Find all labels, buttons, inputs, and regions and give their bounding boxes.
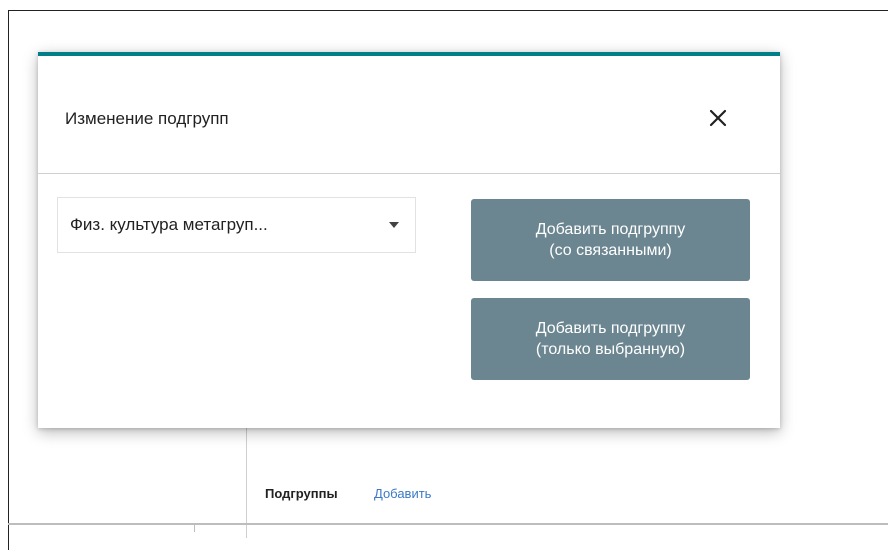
table-bottom-border	[8, 523, 888, 525]
metagroup-select[interactable]: Физ. культура метагруп...	[57, 197, 416, 253]
add-subgroup-link[interactable]: Добавить	[374, 486, 431, 501]
close-icon[interactable]	[706, 106, 730, 130]
chevron-down-icon	[389, 222, 399, 228]
subgroups-label: Подгруппы	[265, 486, 338, 501]
add-subgroup-selected-only-button[interactable]: Добавить подгруппу (только выбранную)	[471, 298, 750, 380]
button-label-line2: (со связанными)	[549, 242, 672, 259]
dialog-title: Изменение подгрупп	[65, 109, 229, 128]
button-label-line2: (только выбранную)	[535, 341, 686, 358]
table-column-divider	[194, 523, 195, 532]
metagroup-select-value: Физ. культура метагруп...	[70, 215, 268, 234]
button-label-line1: Добавить подгруппу	[535, 221, 686, 238]
add-subgroup-with-related-button[interactable]: Добавить подгруппу (со связанными)	[471, 199, 750, 281]
edit-subgroups-dialog: Изменение подгрупп Физ. культура метагру…	[38, 52, 780, 428]
button-label-line1: Добавить подгруппу	[535, 320, 686, 337]
dialog-header: Изменение подгрупп	[38, 56, 780, 174]
